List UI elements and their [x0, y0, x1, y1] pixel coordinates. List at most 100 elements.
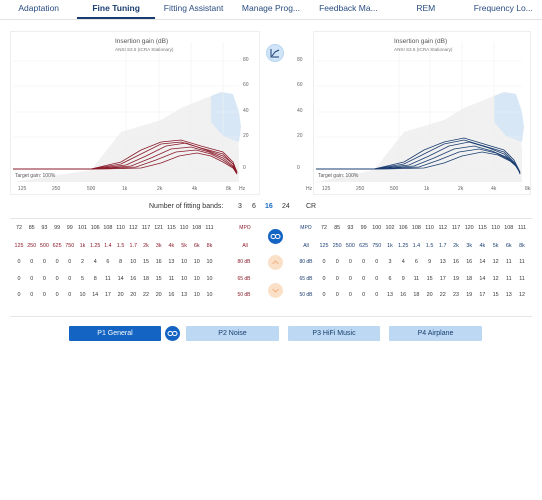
grid-cell[interactable]: 6k — [502, 243, 516, 249]
grid-cell[interactable]: 0 — [317, 276, 331, 282]
grid-cell[interactable]: 2k — [449, 243, 463, 249]
grid-cell[interactable]: 20 — [423, 292, 437, 298]
grid-cell[interactable]: 1.5 — [423, 243, 437, 249]
grid-cell[interactable]: 1k — [383, 243, 397, 249]
grid-cell[interactable]: 0 — [330, 259, 344, 265]
grid-cell[interactable]: 15 — [423, 276, 437, 282]
grid-cell[interactable]: 17 — [436, 276, 450, 282]
program-p3-hifi-music-button[interactable]: P3 HiFi Music — [288, 326, 380, 341]
link-ears-button[interactable] — [268, 229, 283, 244]
band-option-3[interactable]: 3 — [238, 203, 242, 210]
grid-cell[interactable]: 17 — [475, 292, 489, 298]
grid-cell[interactable]: 11 — [502, 259, 516, 265]
grid-cell[interactable]: 0 — [357, 276, 371, 282]
program-p2-noise-button[interactable]: P2 Noise — [186, 326, 279, 341]
grid-cell[interactable]: 14 — [475, 276, 489, 282]
grid-cell[interactable]: 1.25 — [396, 243, 410, 249]
grid-cell[interactable]: 16 — [449, 259, 463, 265]
grid-cell[interactable]: 15 — [489, 292, 503, 298]
grid-cell[interactable]: 4k — [475, 243, 489, 249]
grid-cell[interactable]: 99 — [357, 225, 371, 231]
grid-cell[interactable]: 13 — [502, 292, 516, 298]
grid-cell[interactable]: 12 — [515, 292, 529, 298]
grid-cell[interactable]: 0 — [343, 292, 357, 298]
grid-cell[interactable]: 3k — [462, 243, 476, 249]
adjust-down-button[interactable] — [268, 283, 283, 298]
tab-frequency-lowering[interactable]: Frequency Lo... — [465, 0, 542, 19]
grid-cell[interactable]: 250 — [330, 243, 344, 249]
grid-cell[interactable]: 112 — [436, 225, 450, 231]
grid-cell[interactable]: 12 — [489, 276, 503, 282]
tab-fitting-assistant[interactable]: Fitting Assistant — [155, 0, 232, 19]
grid-cell[interactable]: 0 — [343, 259, 357, 265]
cr-toggle[interactable]: CR — [306, 203, 316, 210]
grid-cell[interactable]: 625 — [357, 243, 371, 249]
program-p1-general-button[interactable]: P1 General — [69, 326, 161, 341]
tab-fine-tuning[interactable]: Fine Tuning — [77, 0, 155, 19]
grid-cell[interactable]: 0 — [317, 259, 331, 265]
grid-cell[interactable]: 5k — [489, 243, 503, 249]
grid-cell[interactable]: 72 — [317, 225, 331, 231]
band-option-24[interactable]: 24 — [282, 203, 290, 210]
grid-cell[interactable]: 120 — [462, 225, 476, 231]
tab-adaptation[interactable]: Adaptation — [0, 0, 77, 19]
grid-cell[interactable]: 100 — [370, 225, 384, 231]
grid-cell[interactable]: 0 — [317, 292, 331, 298]
grid-cell[interactable]: 0 — [357, 292, 371, 298]
grid-cell[interactable]: 106 — [396, 225, 410, 231]
grid-cell[interactable]: 19 — [462, 292, 476, 298]
grid-cell[interactable]: 750 — [370, 243, 384, 249]
grid-cell[interactable]: 11 — [515, 259, 529, 265]
grid-cell[interactable]: 12 — [489, 259, 503, 265]
grid-cell[interactable]: 0 — [343, 276, 357, 282]
grid-cell[interactable]: 6 — [383, 276, 397, 282]
grid-cell[interactable]: 0 — [357, 259, 371, 265]
grid-cell[interactable]: 110 — [423, 225, 437, 231]
grid-cell[interactable]: 117 — [449, 225, 463, 231]
curve-view-button[interactable] — [266, 44, 284, 62]
tab-manage-programs[interactable]: Manage Prog... — [232, 0, 309, 19]
grid-cell[interactable]: 13 — [436, 259, 450, 265]
tab-feedback-manager[interactable]: Feedback Ma... — [310, 0, 387, 19]
grid-cell[interactable]: 0 — [330, 292, 344, 298]
grid-cell[interactable]: 13 — [383, 292, 397, 298]
program-p4-airplane-button[interactable]: P4 Airplane — [389, 326, 482, 341]
grid-cell[interactable]: 1.7 — [436, 243, 450, 249]
grid-cell[interactable]: 11 — [409, 276, 423, 282]
grid-cell[interactable]: 18 — [409, 292, 423, 298]
grid-cell[interactable]: 102 — [383, 225, 397, 231]
grid-cell[interactable]: 110 — [489, 225, 503, 231]
band-option-16[interactable]: 16 — [265, 203, 273, 210]
grid-cell[interactable]: 0 — [330, 276, 344, 282]
grid-cell[interactable]: 1.4 — [409, 243, 423, 249]
grid-cell[interactable]: 22 — [436, 292, 450, 298]
program-link-button[interactable] — [165, 326, 180, 341]
grid-cell[interactable]: 8k — [515, 243, 529, 249]
grid-cell[interactable]: 9 — [396, 276, 410, 282]
grid-cell[interactable]: 18 — [462, 276, 476, 282]
grid-cell[interactable]: 19 — [449, 276, 463, 282]
grid-cell[interactable]: 23 — [449, 292, 463, 298]
grid-cell[interactable]: 85 — [330, 225, 344, 231]
grid-cell[interactable]: 111 — [515, 225, 529, 231]
grid-cell[interactable]: 500 — [343, 243, 357, 249]
grid-cell[interactable]: 3 — [383, 259, 397, 265]
grid-cell[interactable]: 11 — [502, 276, 516, 282]
grid-cell[interactable]: 0 — [370, 276, 384, 282]
grid-cell[interactable]: 4 — [396, 259, 410, 265]
grid-cell[interactable]: 115 — [475, 225, 489, 231]
grid-cell[interactable]: 0 — [370, 259, 384, 265]
grid-cell[interactable]: 125 — [317, 243, 331, 249]
grid-cell[interactable]: 9 — [423, 259, 437, 265]
grid-cell[interactable]: 16 — [396, 292, 410, 298]
tab-rem[interactable]: REM — [387, 0, 464, 19]
grid-cell[interactable]: 6 — [409, 259, 423, 265]
grid-cell[interactable]: 0 — [370, 292, 384, 298]
grid-cell[interactable]: 93 — [343, 225, 357, 231]
adjust-up-button[interactable] — [268, 255, 283, 270]
grid-cell[interactable]: 16 — [462, 259, 476, 265]
grid-cell[interactable]: 14 — [475, 259, 489, 265]
grid-cell[interactable]: 108 — [409, 225, 423, 231]
grid-cell[interactable]: 11 — [515, 276, 529, 282]
band-option-6[interactable]: 6 — [252, 203, 256, 210]
